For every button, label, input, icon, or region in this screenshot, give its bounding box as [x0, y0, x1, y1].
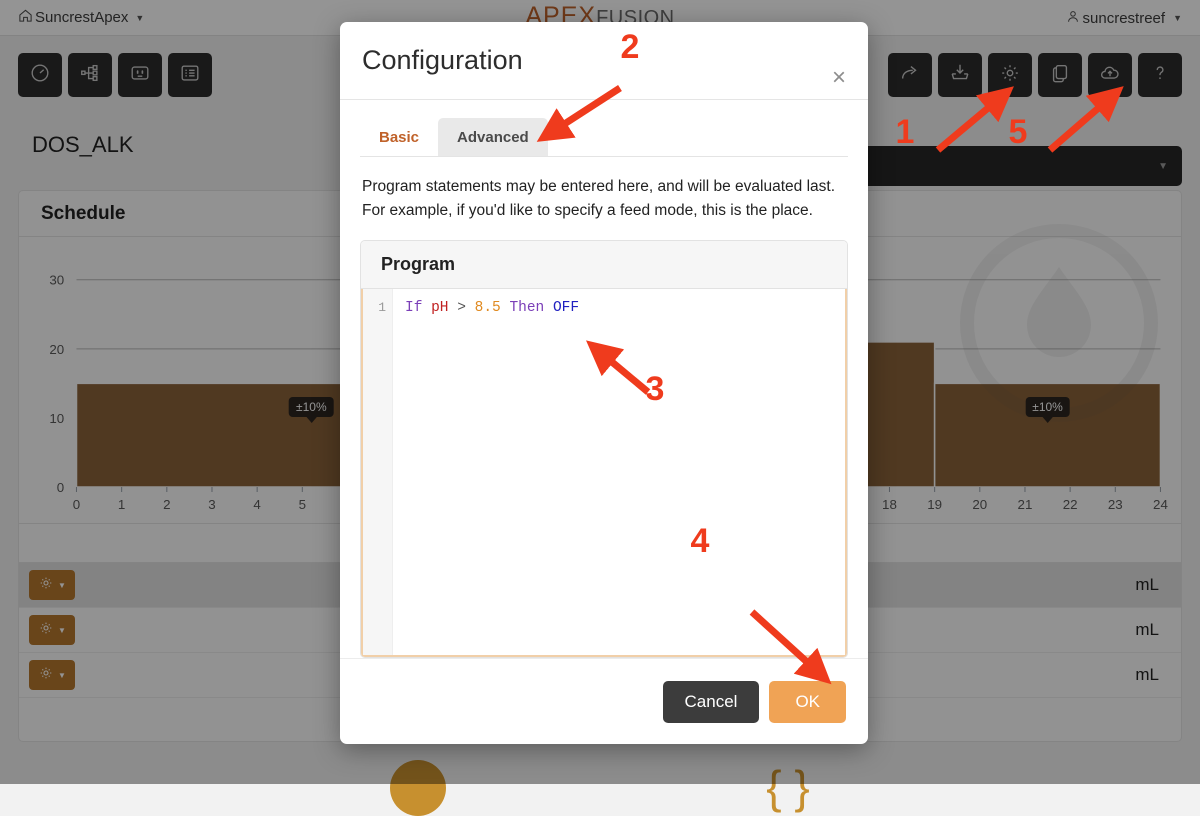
code-token-operator: > — [457, 300, 466, 316]
cancel-button[interactable]: Cancel — [663, 681, 760, 723]
code-token-keyword: Then — [509, 300, 544, 316]
ok-button[interactable]: OK — [769, 681, 846, 723]
code-token-keyword: If — [405, 300, 422, 316]
program-code-line[interactable]: If pH > 8.5 Then OFF — [393, 289, 845, 655]
modal-description: Program statements may be entered here, … — [360, 157, 848, 240]
modal-footer: Cancel OK — [340, 658, 868, 744]
program-editor[interactable]: 1 If pH > 8.5 Then OFF — [361, 289, 847, 657]
tab-advanced[interactable]: Advanced — [438, 118, 548, 156]
code-token-number: 8.5 — [475, 300, 501, 316]
program-panel: Program 1 If pH > 8.5 Then OFF — [360, 240, 848, 658]
code-token-value: OFF — [553, 300, 579, 316]
tab-basic[interactable]: Basic — [360, 118, 438, 156]
modal-tabs: Basic Advanced — [360, 118, 848, 157]
program-panel-title: Program — [361, 241, 847, 289]
code-token-variable: pH — [431, 300, 448, 316]
modal-title: Configuration — [362, 45, 523, 76]
configuration-modal: Configuration × Basic Advanced Program s… — [340, 22, 868, 744]
modal-body: Basic Advanced Program statements may be… — [340, 100, 868, 658]
editor-line-numbers: 1 — [363, 289, 393, 655]
close-icon[interactable]: × — [832, 66, 846, 90]
modal-header: Configuration × — [340, 22, 868, 100]
